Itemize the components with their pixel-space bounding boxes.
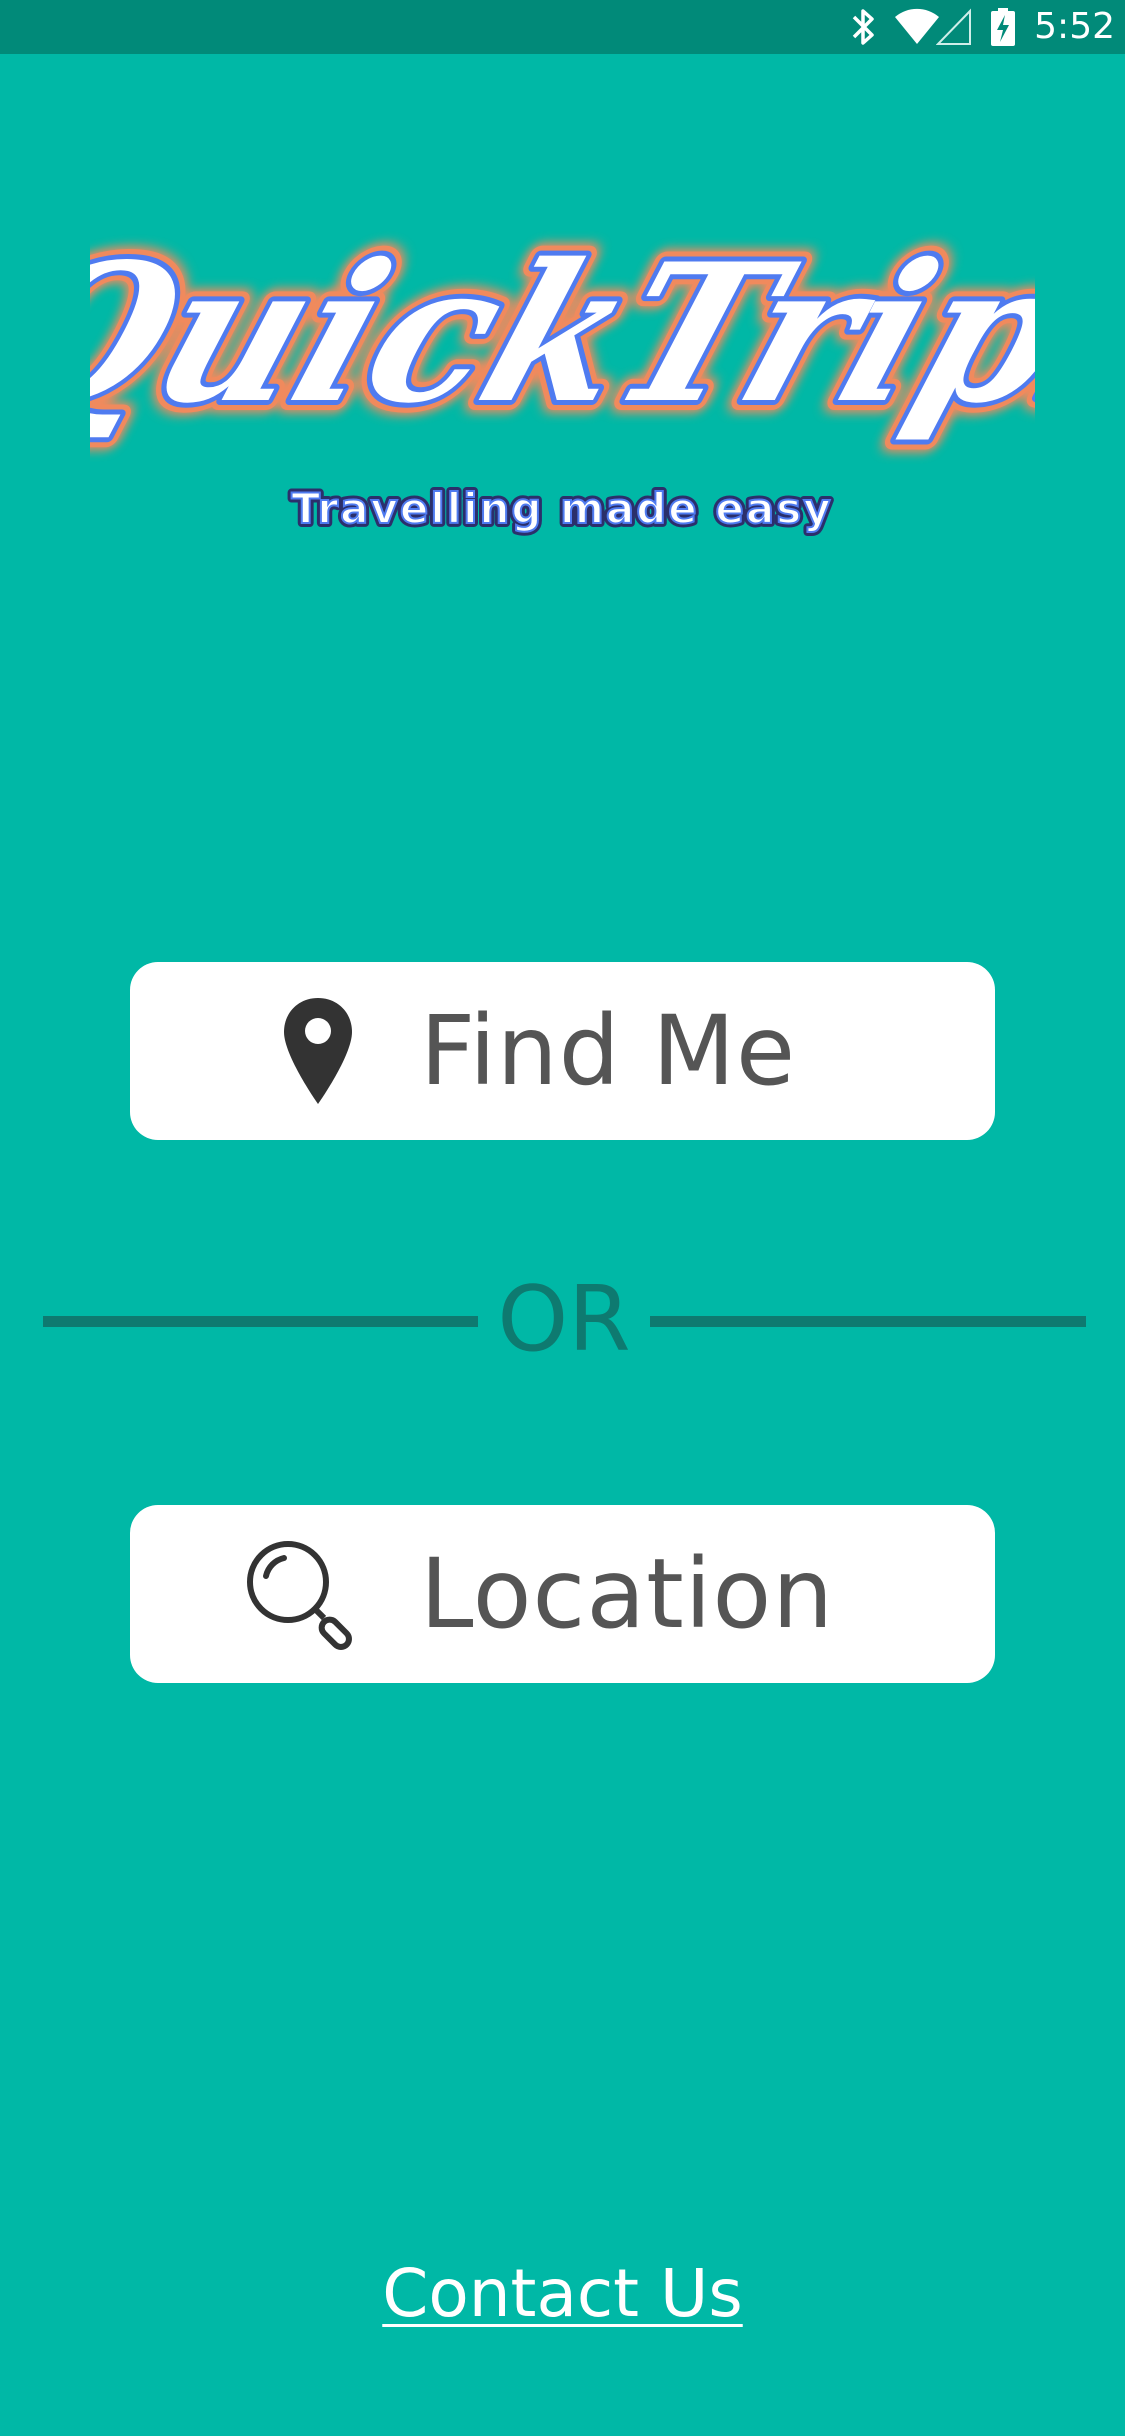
divider-line-right: [650, 1316, 1086, 1327]
status-time: 5:52: [1034, 6, 1115, 47]
map-pin-icon: [282, 962, 354, 1140]
or-text: OR: [497, 1267, 631, 1372]
cell-signal-icon: [936, 8, 972, 46]
logo-title: QuickTrips: [90, 222, 1035, 445]
location-button[interactable]: Location: [130, 1505, 995, 1683]
location-label: Location: [420, 1538, 835, 1650]
bluetooth-icon: [850, 7, 876, 47]
or-divider: OR: [0, 1270, 1125, 1370]
battery-charging-icon: [990, 7, 1016, 47]
status-icons: 5:52: [850, 0, 1115, 54]
app-logo: QuickTrips QuickTrips QuickTrips QuickTr…: [90, 200, 1035, 560]
wifi-icon: [894, 8, 940, 46]
logo-tagline: Travelling made easy: [291, 484, 832, 533]
divider-line-left: [43, 1316, 478, 1327]
status-bar: 5:52: [0, 0, 1125, 54]
contact-us-link[interactable]: Contact Us: [0, 2255, 1125, 2332]
find-me-label: Find Me: [420, 995, 797, 1107]
search-icon: [244, 1505, 356, 1683]
find-me-button[interactable]: Find Me: [130, 962, 995, 1140]
